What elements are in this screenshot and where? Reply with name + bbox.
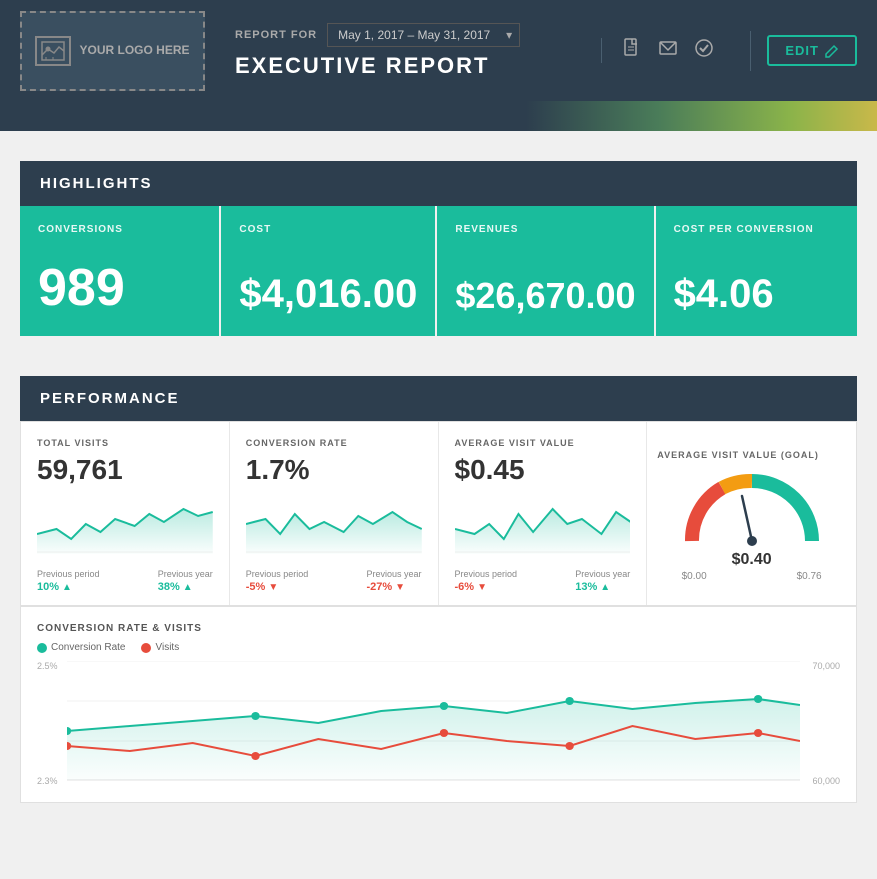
header-actions bbox=[601, 38, 734, 63]
performance-header: PERFORMANCE bbox=[20, 376, 857, 421]
avg-visit-chart bbox=[455, 494, 631, 554]
cr-prev-period-item: Previous period -5% ▼ bbox=[246, 569, 309, 593]
logo-box: YOUR LOGO HERE bbox=[20, 11, 205, 91]
performance-section: PERFORMANCE TOTAL VISITS 59,761 Previous… bbox=[20, 376, 857, 803]
perf-avg-visit-value: AVERAGE VISIT VALUE $0.45 Previous perio… bbox=[439, 422, 648, 605]
chart-title: CONVERSION RATE & VISITS bbox=[37, 623, 840, 634]
prev-year-item: Previous year 38% ▲ bbox=[158, 569, 213, 593]
revenues-label: REVENUES bbox=[455, 224, 635, 235]
legend-visits: Visits bbox=[141, 642, 179, 653]
divider bbox=[750, 31, 751, 71]
check-circle-icon[interactable] bbox=[694, 38, 714, 63]
cpc-label: COST PER CONVERSION bbox=[674, 224, 839, 235]
revenues-value: $26,670.00 bbox=[455, 278, 635, 314]
header-middle: REPORT FOR May 1, 2017 – May 31, 2017 EX… bbox=[205, 23, 591, 79]
legend-dot-red bbox=[141, 643, 151, 653]
highlight-conversions: CONVERSIONS 989 bbox=[20, 206, 221, 336]
cpc-value: $4.06 bbox=[674, 274, 839, 314]
logo-icon bbox=[35, 36, 71, 66]
highlight-revenues: REVENUES $26,670.00 bbox=[437, 206, 655, 336]
gauge-min: $0.00 bbox=[682, 571, 707, 582]
banner-strip bbox=[0, 101, 877, 131]
total-visits-chart bbox=[37, 494, 213, 554]
legend-dot-green bbox=[37, 643, 47, 653]
y-axis-right: 70,000 60,000 bbox=[812, 661, 840, 786]
gauge-label: AVERAGE VISIT VALUE (GOAL) bbox=[657, 450, 819, 460]
y-axis-left: 2.5% 2.3% bbox=[37, 661, 58, 786]
cr-prev-year-item: Previous year -27% ▼ bbox=[366, 569, 421, 593]
legend-conversion-rate: Conversion Rate bbox=[37, 642, 125, 653]
date-range-select[interactable]: May 1, 2017 – May 31, 2017 bbox=[327, 23, 520, 47]
conv-rate-footer: Previous period -5% ▼ Previous year -27%… bbox=[246, 569, 422, 593]
prev-period-item: Previous period 10% ▲ bbox=[37, 569, 100, 593]
date-dropdown-wrap[interactable]: May 1, 2017 – May 31, 2017 bbox=[327, 23, 520, 47]
gauge-max: $0.76 bbox=[797, 571, 822, 582]
perf-total-visits: TOTAL VISITS 59,761 Previous period 10% … bbox=[21, 422, 230, 605]
chart-wrap: 2.5% 2.3% bbox=[37, 661, 840, 786]
perf-gauge: AVERAGE VISIT VALUE (GOAL) bbox=[647, 422, 856, 605]
avg-visit-footer: Previous period -6% ▼ Previous year 13% … bbox=[455, 569, 631, 593]
chart-legend: Conversion Rate Visits bbox=[37, 642, 840, 653]
logo-text: YOUR LOGO HERE bbox=[79, 43, 189, 57]
highlights-section: HIGHLIGHTS CONVERSIONS 989 COST $4,016.0… bbox=[20, 161, 857, 336]
total-visits-footer: Previous period 10% ▲ Previous year 38% … bbox=[37, 569, 213, 593]
perf-conversion-rate: CONVERSION RATE 1.7% Previous period -5%… bbox=[230, 422, 439, 605]
edit-button[interactable]: EDIT bbox=[767, 35, 857, 66]
header: YOUR LOGO HERE REPORT FOR May 1, 2017 – … bbox=[0, 0, 877, 101]
conv-rate-value: 1.7% bbox=[246, 454, 422, 486]
performance-grid: TOTAL VISITS 59,761 Previous period 10% … bbox=[20, 421, 857, 606]
email-icon[interactable] bbox=[658, 38, 678, 63]
avg-visit-value: $0.45 bbox=[455, 454, 631, 486]
cost-label: COST bbox=[239, 224, 417, 235]
highlights-grid: CONVERSIONS 989 COST $4,016.00 REVENUES … bbox=[20, 206, 857, 336]
highlights-header: HIGHLIGHTS bbox=[20, 161, 857, 206]
av-prev-year-item: Previous year 13% ▲ bbox=[575, 569, 630, 593]
highlight-cost-per-conversion: COST PER CONVERSION $4.06 bbox=[656, 206, 857, 336]
total-visits-label: TOTAL VISITS bbox=[37, 438, 213, 448]
report-for-label: REPORT FOR bbox=[235, 29, 317, 41]
conversions-label: CONVERSIONS bbox=[38, 224, 201, 235]
page-title: EXECUTIVE REPORT bbox=[235, 53, 591, 79]
avg-visit-label: AVERAGE VISIT VALUE bbox=[455, 438, 631, 448]
conversion-chart-section: CONVERSION RATE & VISITS Conversion Rate… bbox=[20, 606, 857, 803]
edit-label: EDIT bbox=[785, 43, 819, 58]
total-visits-value: 59,761 bbox=[37, 454, 213, 486]
main-chart-svg bbox=[67, 661, 800, 781]
conversion-rate-chart bbox=[246, 494, 422, 554]
conversions-value: 989 bbox=[38, 262, 201, 314]
gauge-range: $0.00 $0.76 bbox=[682, 571, 822, 582]
gauge-svg bbox=[677, 466, 827, 556]
conv-rate-label: CONVERSION RATE bbox=[246, 438, 422, 448]
highlight-cost: COST $4,016.00 bbox=[221, 206, 437, 336]
gauge-svg-wrap bbox=[677, 466, 827, 556]
main-content: HIGHLIGHTS CONVERSIONS 989 COST $4,016.0… bbox=[0, 131, 877, 863]
cost-value: $4,016.00 bbox=[239, 274, 417, 314]
av-prev-period-item: Previous period -6% ▼ bbox=[455, 569, 518, 593]
pdf-icon[interactable] bbox=[622, 38, 642, 63]
